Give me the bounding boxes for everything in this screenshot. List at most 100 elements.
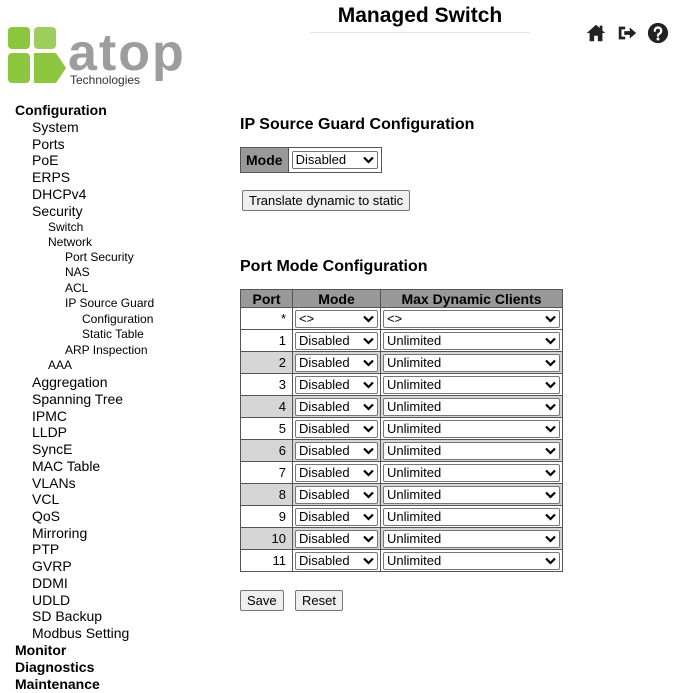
nav-nas[interactable]: NAS	[65, 266, 90, 278]
nav-acl[interactable]: ACL	[65, 282, 88, 294]
nav-modbus-setting[interactable]: Modbus Setting	[32, 626, 129, 640]
chevron-down-icon	[363, 491, 374, 499]
nav-aaa[interactable]: AAA	[48, 359, 72, 371]
help-icon[interactable]	[647, 22, 669, 44]
nav-gvrp[interactable]: GVRP	[32, 559, 72, 573]
nav-configuration[interactable]: Configuration	[15, 103, 107, 117]
max-dynamic-clients-select[interactable]: Unlimited	[383, 507, 560, 526]
max-dynamic-clients-select[interactable]: Unlimited	[383, 419, 560, 438]
nav-monitor[interactable]: Monitor	[15, 643, 66, 657]
select-value: Disabled	[299, 333, 350, 348]
chevron-down-icon	[363, 447, 374, 455]
chevron-down-icon	[545, 381, 556, 389]
column-header-mode: Mode	[292, 289, 381, 308]
max-dynamic-clients-select[interactable]: Unlimited	[383, 529, 560, 548]
nav-security-network[interactable]: Network	[48, 236, 92, 248]
port-mode-select[interactable]: Disabled	[295, 397, 378, 416]
max-dynamic-clients-select[interactable]: Unlimited	[383, 397, 560, 416]
max-cell: Unlimited	[380, 483, 563, 506]
max-dynamic-clients-select[interactable]: Unlimited	[383, 441, 560, 460]
nav-dhcpv4[interactable]: DHCPv4	[32, 187, 86, 201]
port-mode-select[interactable]: Disabled	[295, 375, 378, 394]
nav-vcl[interactable]: VCL	[32, 492, 59, 506]
nav-poe[interactable]: PoE	[32, 153, 58, 167]
table-row: 8 Disabled Unlimited	[240, 483, 563, 506]
table-row: 6 Disabled Unlimited	[240, 439, 563, 462]
port-mode-select[interactable]: Disabled	[295, 419, 378, 438]
max-dynamic-clients-select[interactable]: Unlimited	[383, 331, 560, 350]
max-dynamic-clients-select[interactable]: Unlimited	[383, 463, 560, 482]
select-value: Disabled	[299, 531, 350, 546]
nav-port-security[interactable]: Port Security	[65, 251, 134, 263]
port-mode-select[interactable]: Disabled	[295, 507, 378, 526]
port-mode-select[interactable]: Disabled	[295, 463, 378, 482]
max-cell: Unlimited	[380, 395, 563, 418]
select-value: Unlimited	[387, 355, 442, 370]
max-dynamic-clients-select[interactable]: Unlimited	[383, 375, 560, 394]
max-cell: Unlimited	[380, 461, 563, 484]
max-dynamic-clients-select[interactable]: Unlimited	[383, 485, 560, 504]
nav-udld[interactable]: UDLD	[32, 593, 70, 607]
nav-mac-table[interactable]: MAC Table	[32, 459, 100, 473]
mode-cell: Disabled	[292, 483, 381, 506]
max-dynamic-clients-select[interactable]: Unlimited	[383, 551, 560, 570]
column-header-port: Port	[240, 289, 293, 308]
nav-synce[interactable]: SyncE	[32, 442, 72, 456]
nav-erps[interactable]: ERPS	[32, 170, 70, 184]
max-dynamic-clients-select[interactable]: Unlimited	[383, 353, 560, 372]
mode-select[interactable]: Disabled	[291, 150, 378, 169]
wildcard-max-select[interactable]: <>	[383, 309, 560, 328]
mode-cell: Disabled	[287, 147, 382, 173]
nav-sd-backup[interactable]: SD Backup	[32, 609, 102, 623]
nav-isg-static-table[interactable]: Static Table	[82, 328, 144, 340]
nav-arp-inspection[interactable]: ARP Inspection	[65, 344, 148, 356]
port-mode-select[interactable]: Disabled	[295, 331, 378, 350]
nav-ipmc[interactable]: IPMC	[32, 409, 67, 423]
mode-cell: Disabled	[292, 395, 381, 418]
chevron-down-icon	[363, 403, 374, 411]
port-number: 4	[240, 395, 293, 418]
chevron-down-icon	[545, 337, 556, 345]
select-value: Disabled	[299, 487, 350, 502]
nav-vlans[interactable]: VLANs	[32, 476, 76, 490]
port-mode-select[interactable]: Disabled	[295, 353, 378, 372]
translate-dynamic-to-static-button[interactable]: Translate dynamic to static	[242, 190, 411, 211]
nav-aggregation[interactable]: Aggregation	[32, 375, 108, 389]
nav-ptp[interactable]: PTP	[32, 542, 59, 556]
nav-mirroring[interactable]: Mirroring	[32, 526, 87, 540]
nav-security-switch[interactable]: Switch	[48, 221, 83, 233]
chevron-down-icon	[545, 469, 556, 477]
nav-security[interactable]: Security	[32, 204, 83, 218]
nav-qos[interactable]: QoS	[32, 509, 60, 523]
select-value: Disabled	[299, 553, 350, 568]
nav-spanning-tree[interactable]: Spanning Tree	[32, 392, 123, 406]
port-number: 2	[240, 351, 293, 374]
nav-lldp[interactable]: LLDP	[32, 425, 67, 439]
max-cell: Unlimited	[380, 329, 563, 352]
nav-isg-configuration[interactable]: Configuration	[82, 313, 153, 325]
chevron-down-icon	[363, 535, 374, 543]
select-value: Disabled	[299, 399, 350, 414]
mode-cell: Disabled	[292, 549, 381, 572]
save-button[interactable]: Save	[240, 590, 284, 611]
chevron-down-icon	[363, 381, 374, 389]
logout-icon[interactable]	[616, 22, 638, 44]
port-number: *	[240, 307, 293, 330]
home-icon[interactable]	[585, 22, 607, 44]
atop-logo: atop Technologies	[8, 22, 208, 88]
chevron-down-icon	[545, 403, 556, 411]
wildcard-mode-select[interactable]: <>	[295, 309, 378, 328]
reset-button[interactable]: Reset	[295, 590, 343, 611]
port-mode-select[interactable]: Disabled	[295, 441, 378, 460]
table-row: 5 Disabled Unlimited	[240, 417, 563, 440]
port-mode-select[interactable]: Disabled	[295, 551, 378, 570]
nav-ddmi[interactable]: DDMI	[32, 576, 68, 590]
select-value: <>	[299, 311, 315, 326]
nav-ip-source-guard[interactable]: IP Source Guard	[65, 297, 154, 309]
nav-diagnostics[interactable]: Diagnostics	[15, 660, 94, 674]
nav-ports[interactable]: Ports	[32, 137, 65, 151]
port-mode-select[interactable]: Disabled	[295, 485, 378, 504]
port-mode-select[interactable]: Disabled	[295, 529, 378, 548]
nav-system[interactable]: System	[32, 120, 79, 134]
nav-maintenance[interactable]: Maintenance	[15, 677, 100, 691]
